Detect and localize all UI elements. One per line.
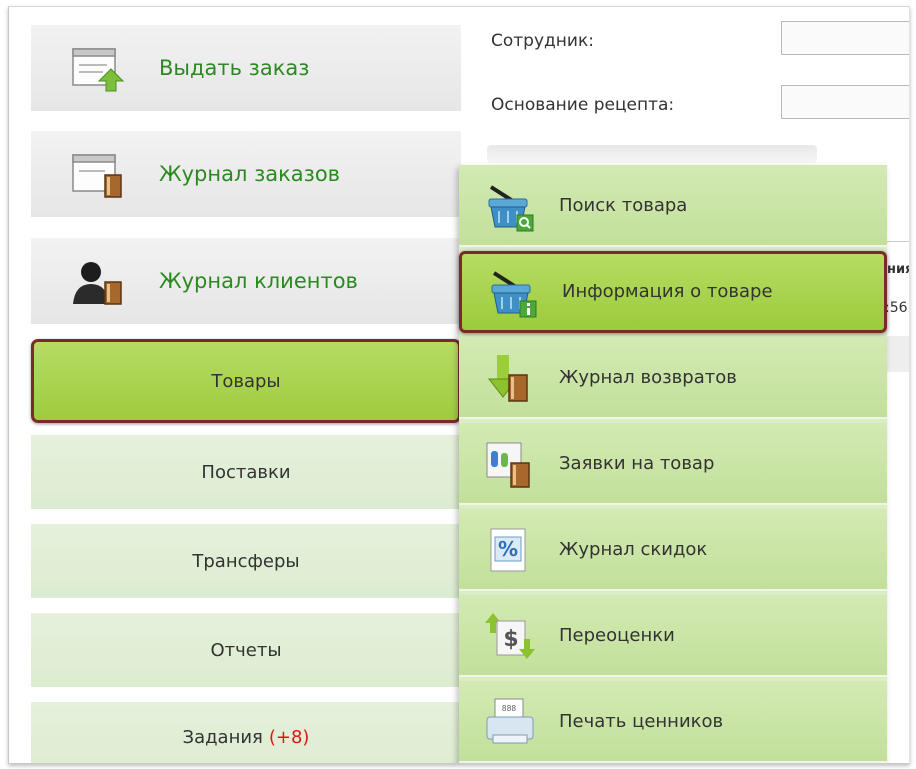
printer-icon: 888: [486, 698, 534, 744]
employee-label: Сотрудник:: [491, 31, 594, 51]
menu-tasks-label: Задания: [182, 726, 263, 748]
menu-orders-journal-label: Журнал заказов: [159, 162, 341, 186]
menu-deliveries-label: Поставки: [201, 461, 291, 483]
svg-text:888: 888: [502, 704, 517, 713]
employee-field[interactable]: [781, 21, 909, 55]
submenu-print-price-tags-label: Печать ценников: [559, 711, 724, 732]
submenu-product-info-label: Информация о товаре: [562, 281, 773, 302]
submenu-discounts-journal-label: Журнал скидок: [559, 539, 708, 560]
basket-search-icon: [488, 185, 534, 232]
form-divider: [487, 145, 817, 163]
menu-clients-journal-label: Журнал клиентов: [159, 269, 358, 293]
person-book-icon: [73, 262, 122, 305]
menu-reports[interactable]: Отчеты: [31, 613, 461, 687]
tasks-count-badge: (+8): [268, 726, 310, 748]
menu-clients-journal[interactable]: Журнал клиентов: [31, 238, 461, 324]
return-book-icon: [487, 355, 528, 402]
submenu-repricing[interactable]: $ Переоценки: [459, 595, 887, 677]
submenu-product-search-label: Поиск товара: [559, 195, 688, 216]
menu-products-label: Товары: [211, 370, 281, 392]
table-cell-fragment: :56: [885, 300, 908, 316]
submenu-product-requests[interactable]: Заявки на товар: [459, 423, 887, 505]
menu-issue-order-label: Выдать заказ: [159, 56, 310, 80]
menu-issue-order[interactable]: Выдать заказ: [31, 25, 461, 111]
menu-tasks[interactable]: Задания (+8): [31, 702, 461, 763]
menu-orders-journal[interactable]: Журнал заказов: [31, 131, 461, 217]
menu-reports-label: Отчеты: [210, 639, 282, 661]
menu-transfers[interactable]: Трансферы: [31, 524, 461, 598]
submenu-returns-journal[interactable]: Журнал возвратов: [459, 337, 887, 419]
products-submenu: Поиск товара Информация о товаре Журнал …: [459, 165, 887, 763]
document-book-icon: [72, 154, 122, 198]
menu-products[interactable]: Товары: [31, 339, 461, 423]
menu-deliveries[interactable]: Поставки: [31, 435, 461, 509]
submenu-product-requests-label: Заявки на товар: [559, 453, 715, 474]
submenu-product-info[interactable]: Информация о товаре: [459, 251, 887, 333]
menu-transfers-label: Трансферы: [192, 550, 300, 572]
basket-info-icon: [491, 271, 537, 318]
prescription-field[interactable]: [781, 85, 909, 119]
table-header-fragment: ния: [887, 262, 909, 277]
document-arrow-icon: [72, 48, 125, 92]
svg-text:%: %: [498, 537, 518, 561]
submenu-product-search[interactable]: Поиск товара: [459, 165, 887, 247]
submenu-returns-journal-label: Журнал возвратов: [559, 367, 737, 388]
submenu-print-price-tags[interactable]: 888 Печать ценников: [459, 681, 887, 763]
app-window: Выдать заказ Журнал заказов Журнал клиен…: [8, 6, 910, 764]
submenu-repricing-label: Переоценки: [559, 625, 675, 646]
request-book-icon: [486, 442, 530, 488]
percent-icon: %: [490, 528, 526, 572]
svg-text:$: $: [503, 627, 518, 652]
prescription-label: Основание рецепта:: [491, 95, 675, 115]
reprice-icon: $: [485, 613, 535, 659]
submenu-discounts-journal[interactable]: % Журнал скидок: [459, 509, 887, 591]
